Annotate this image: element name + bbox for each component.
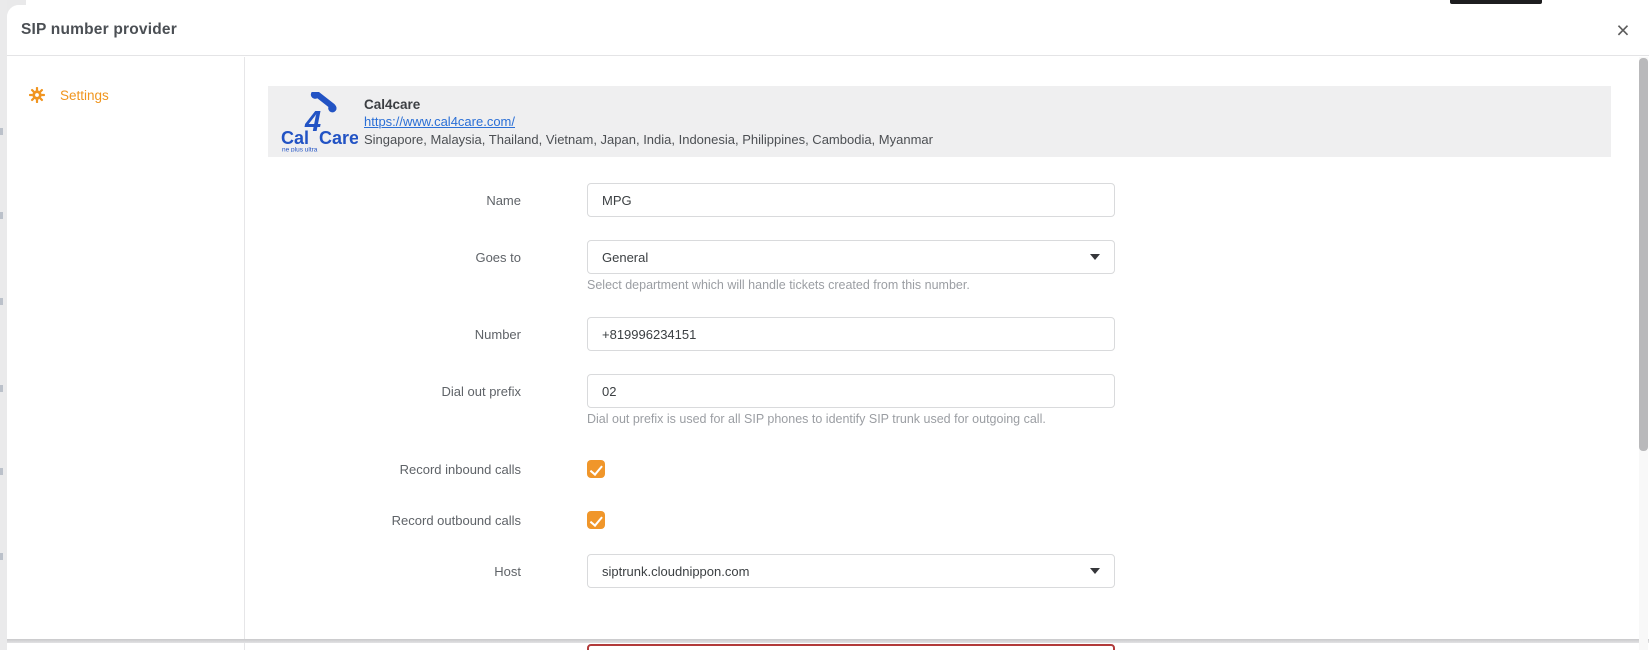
bottom-band <box>7 639 1649 643</box>
record-inbound-calls-label: Record inbound calls <box>261 462 521 477</box>
cal4care-logo: 4 Cal Care ne plus ultra <box>277 92 361 152</box>
provider-name: Cal4care <box>364 97 933 112</box>
provider-countries: Singapore, Malaysia, Thailand, Vietnam, … <box>364 132 933 147</box>
svg-text:ne plus ultra: ne plus ultra <box>282 146 318 152</box>
sidebar: Settings <box>7 57 245 650</box>
dial-out-prefix-label: Dial out prefix <box>261 384 521 399</box>
modal-header: SIP number provider × <box>7 5 1649 56</box>
record-outbound-calls-label: Record outbound calls <box>261 513 521 528</box>
scrollbar-thumb[interactable] <box>1639 58 1648 451</box>
svg-text:Cal: Cal <box>281 128 309 148</box>
close-icon[interactable]: × <box>1607 14 1639 46</box>
clipped-error-field[interactable] <box>587 644 1115 650</box>
caret-down-icon <box>1090 254 1100 260</box>
top-dark-bar <box>1450 0 1542 4</box>
dial-out-prefix-helper-text: Dial out prefix is used for all SIP phon… <box>587 412 1046 426</box>
page-title: SIP number provider <box>7 21 177 39</box>
host-label: Host <box>261 564 521 579</box>
sidebar-item-settings[interactable]: Settings <box>7 77 244 113</box>
dial-out-prefix-field[interactable] <box>587 374 1115 408</box>
record-outbound-calls-checkbox[interactable] <box>587 511 605 529</box>
name-field[interactable] <box>587 183 1115 217</box>
name-label: Name <box>261 193 521 208</box>
goes-to-select[interactable]: General <box>587 240 1115 274</box>
backdrop-left-strip <box>0 0 7 650</box>
provider-info: Cal4care https://www.cal4care.com/ Singa… <box>364 97 933 147</box>
provider-url-link[interactable]: https://www.cal4care.com/ <box>364 114 515 129</box>
vertical-scrollbar <box>1639 57 1648 650</box>
caret-down-icon <box>1090 568 1100 574</box>
gear-icon <box>29 87 45 103</box>
goes-to-helper-text: Select department which will handle tick… <box>587 278 970 292</box>
host-select[interactable]: siptrunk.cloudnippon.com <box>587 554 1115 588</box>
provider-banner: 4 Cal Care ne plus ultra Cal4care https:… <box>268 86 1611 157</box>
number-label: Number <box>261 327 521 342</box>
goes-to-label: Goes to <box>261 250 521 265</box>
page: SIP number provider × <box>0 0 1649 650</box>
goes-to-selected-value: General <box>602 250 648 265</box>
record-inbound-calls-checkbox[interactable] <box>587 460 605 478</box>
sidebar-item-label: Settings <box>60 88 109 103</box>
sip-number-provider-modal: SIP number provider × <box>7 5 1649 650</box>
host-selected-value: siptrunk.cloudnippon.com <box>602 564 749 579</box>
svg-text:Care: Care <box>319 128 358 148</box>
number-field[interactable] <box>587 317 1115 351</box>
